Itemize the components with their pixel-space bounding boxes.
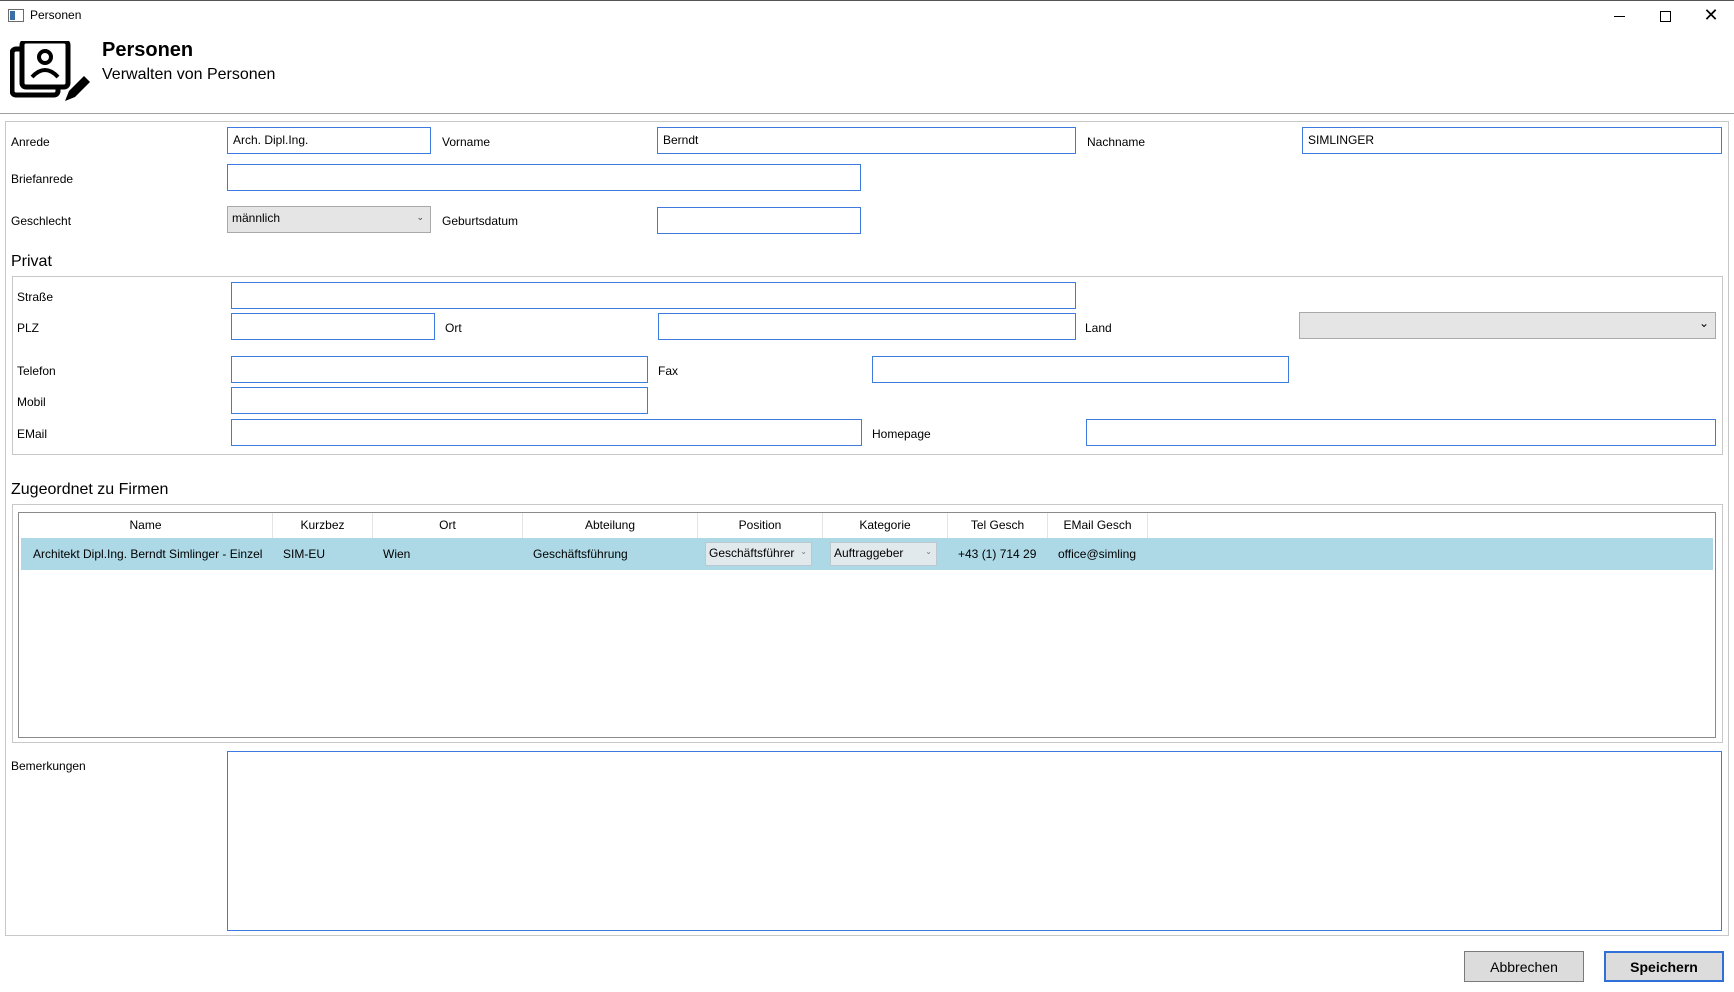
cell-name: Architekt Dipl.Ing. Berndt Simlinger - E… [33,547,263,561]
position-select[interactable]: Geschäftsführer ⌄ [705,542,812,566]
minimize-button[interactable] [1596,1,1642,31]
chevron-down-icon: ⌄ [416,212,424,222]
bemerkungen-label: Bemerkungen [11,759,86,773]
firmen-table[interactable]: Name Kurzbez Ort Abteilung Position Kate… [18,512,1716,738]
contacts-edit-icon [10,41,90,101]
geschlecht-value: männlich [232,211,281,225]
page-subtitle: Verwalten von Personen [102,66,276,83]
close-button[interactable]: ✕ [1688,1,1734,31]
column-header-kategorie[interactable]: Kategorie [823,513,948,538]
cell-abteilung: Geschäftsführung [533,547,628,561]
email-label: EMail [17,427,48,441]
ort-label: Ort [445,321,462,335]
ort-field[interactable] [658,313,1076,340]
geschlecht-select[interactable]: männlich ⌄ [227,206,431,233]
personen-window: Personen ✕ Personen Verwalten von Person… [0,0,1734,992]
fax-label: Fax [658,364,679,378]
chevron-down-icon: ⌄ [800,547,807,556]
chevron-down-icon: ⌄ [1698,316,1709,330]
mobil-field[interactable] [231,387,648,414]
anrede-field[interactable]: Arch. Dipl.Ing. [227,127,431,154]
plz-field[interactable] [231,313,435,340]
cell-kurzbez: SIM-EU [283,547,325,561]
bemerkungen-textarea[interactable] [227,751,1722,931]
column-header-ort[interactable]: Ort [373,513,523,538]
nachname-label: Nachname [1087,135,1146,149]
position-value: Geschäftsführer [709,546,795,560]
column-header-kurzbez[interactable]: Kurzbez [273,513,373,538]
mobil-label: Mobil [17,395,46,409]
column-header-name[interactable]: Name [19,513,273,538]
anrede-label: Anrede [11,135,50,149]
kategorie-value: Auftraggeber [834,546,904,560]
privat-section-title: Privat [11,253,52,270]
homepage-field[interactable] [1086,419,1716,446]
telefon-field[interactable] [231,356,648,383]
cancel-button[interactable]: Abbrechen [1464,951,1584,982]
plz-label: PLZ [17,321,40,335]
column-header-email-gesch[interactable]: EMail Gesch [1048,513,1148,538]
header-divider [0,113,1734,114]
geburtsdatum-field[interactable] [657,207,861,234]
nachname-field[interactable]: SIMLINGER [1302,127,1722,154]
briefanrede-field[interactable] [227,164,861,191]
save-button[interactable]: Speichern [1604,951,1724,982]
fax-field[interactable] [872,356,1289,383]
homepage-label: Homepage [872,427,931,441]
column-header-position[interactable]: Position [698,513,823,538]
close-icon: ✕ [1703,5,1719,26]
cell-tel-gesch: +43 (1) 714 29 [958,547,1037,561]
land-label: Land [1085,321,1112,335]
strasse-field[interactable] [231,282,1076,309]
strasse-label: Straße [17,290,54,304]
vorname-label: Vorname [442,135,491,149]
column-header-abteilung[interactable]: Abteilung [523,513,698,538]
page-title: Personen [102,39,194,61]
land-select[interactable]: ⌄ [1299,312,1716,339]
firmen-section-title: Zugeordnet zu Firmen [11,481,169,498]
chevron-down-icon: ⌄ [925,547,932,556]
window-title: Personen [30,8,82,22]
email-field[interactable] [231,419,862,446]
cell-ort: Wien [383,547,411,561]
cell-email-gesch: office@simling [1058,547,1136,561]
kategorie-select[interactable]: Auftraggeber ⌄ [830,542,937,566]
vorname-field[interactable]: Berndt [657,127,1076,154]
geschlecht-label: Geschlecht [11,214,72,228]
telefon-label: Telefon [17,364,56,378]
minimize-icon [1613,15,1625,17]
maximize-button[interactable] [1642,1,1688,31]
app-icon [8,9,24,22]
table-row[interactable]: Architekt Dipl.Ing. Berndt Simlinger - E… [21,538,1713,570]
maximize-icon [1659,10,1671,22]
briefanrede-label: Briefanrede [11,172,74,186]
column-header-tel-gesch[interactable]: Tel Gesch [948,513,1048,538]
geburtsdatum-label: Geburtsdatum [442,214,519,228]
title-bar: Personen ✕ [0,1,1734,31]
